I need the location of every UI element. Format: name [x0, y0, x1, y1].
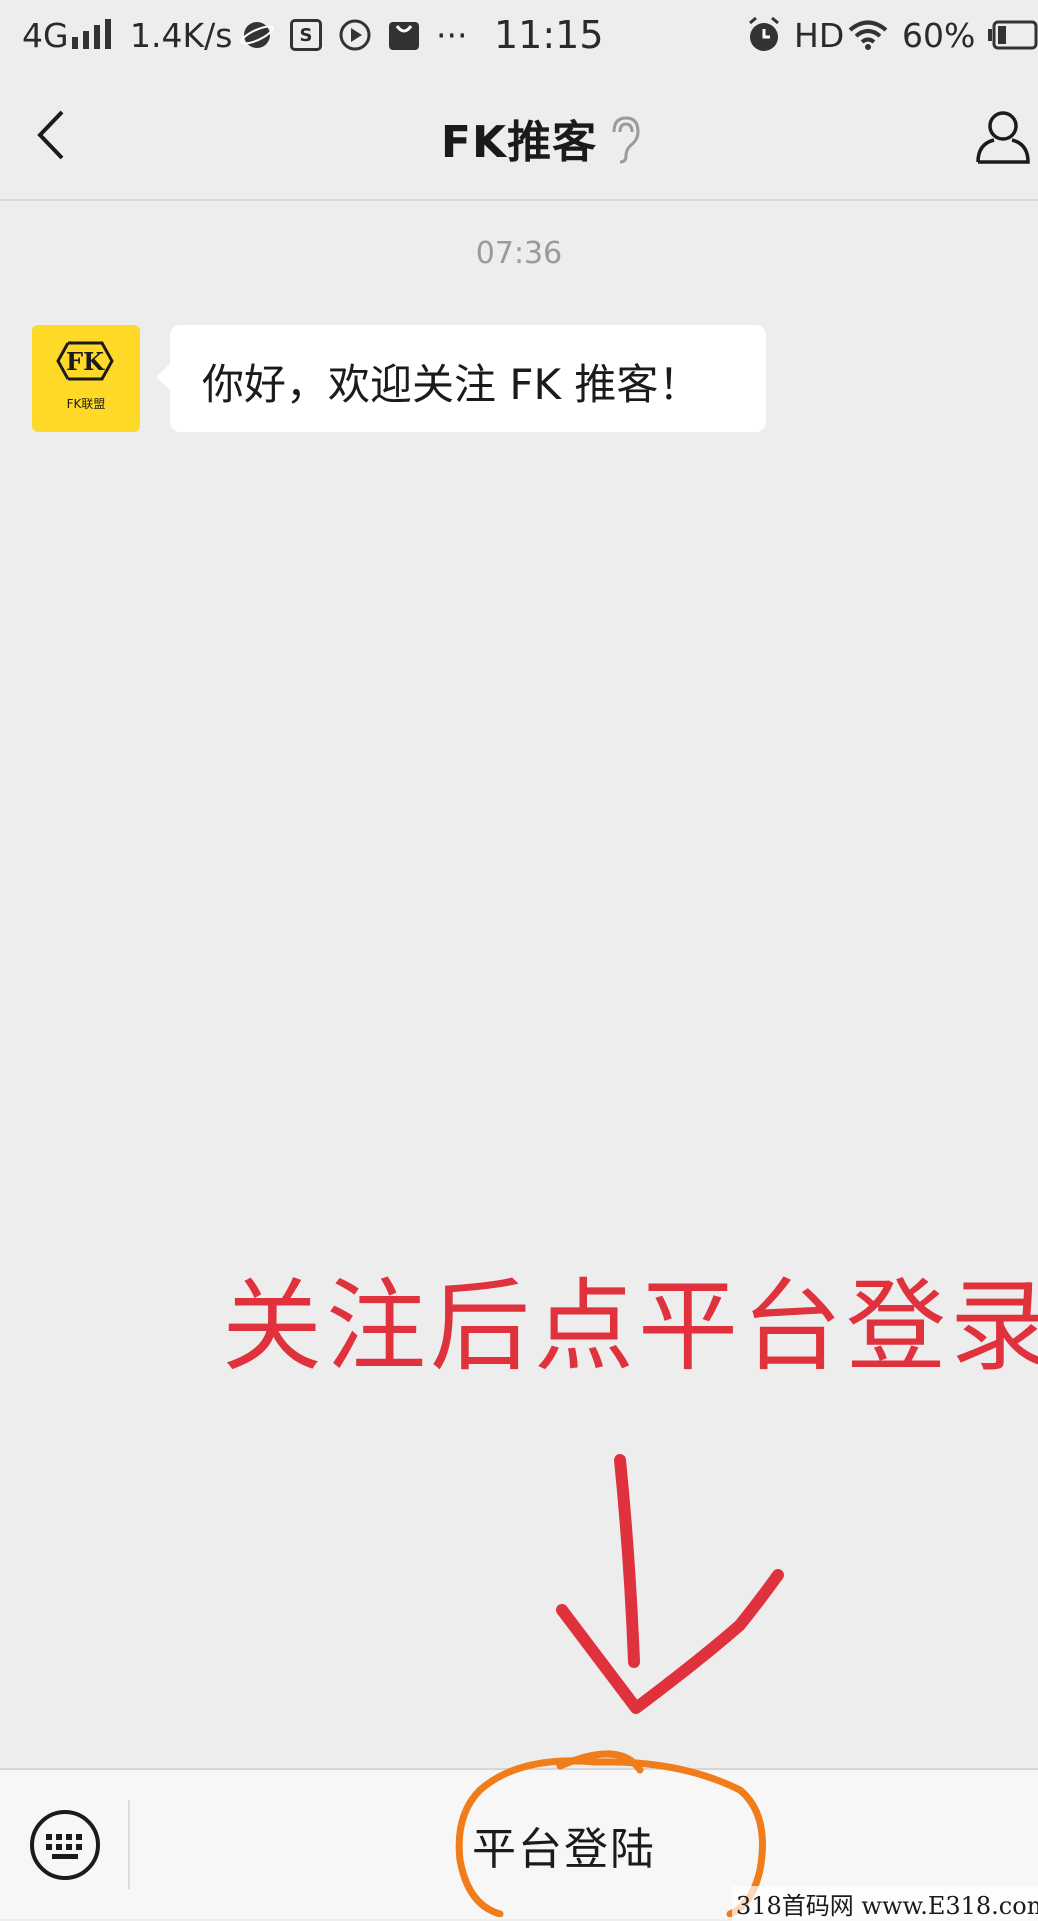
- wifi-icon: [848, 16, 888, 54]
- bag-icon: [388, 16, 420, 54]
- keyboard-icon: [30, 1810, 100, 1880]
- annotation-overlay: [556, 1454, 784, 1714]
- message-text: 你好，欢迎关注 FK 推客！: [202, 360, 701, 409]
- avatar[interactable]: FK FK联盟: [32, 325, 140, 432]
- network-speed: 1.4K/s: [130, 15, 233, 55]
- network-type: 4G: [22, 15, 69, 55]
- watermark: 318首码网 www.E318.com: [732, 1886, 1038, 1921]
- hd-label: HD: [794, 15, 845, 55]
- arrow-head: [556, 1569, 784, 1714]
- svg-text:FK: FK: [66, 347, 105, 376]
- alarm-icon: [746, 16, 782, 54]
- clock-time: 11:15: [494, 13, 604, 57]
- signal-icon: [70, 16, 116, 54]
- person-icon: [976, 111, 1030, 164]
- chat-info-button[interactable]: [974, 108, 1032, 166]
- annotation-text: 关注后点平台登录: [222, 1268, 1038, 1385]
- battery-icon: [986, 16, 1038, 54]
- avatar-caption: FK联盟: [67, 397, 106, 411]
- s-app-icon: S: [290, 16, 322, 54]
- play-icon: [338, 16, 372, 54]
- fk-logo-icon: FK FK联盟: [56, 341, 114, 411]
- earpiece-mode-icon: [606, 114, 642, 164]
- battery-percent: 60%: [902, 15, 976, 55]
- planet-icon: [240, 16, 274, 54]
- keyboard-toggle-button[interactable]: [28, 1808, 102, 1882]
- status-bar: 4G 1.4K/s S ··· 11:15 HD 60%: [0, 0, 1038, 70]
- message-timestamp: 07:36: [475, 236, 563, 271]
- message-bubble[interactable]: 你好，欢迎关注 FK 推客！: [156, 325, 766, 432]
- chat-title: FK推客: [440, 117, 598, 168]
- arrow-shaft: [614, 1454, 640, 1668]
- menu-label: 平台登陆: [472, 1823, 656, 1875]
- chat-header: FK推客: [0, 70, 1038, 201]
- highlight-circle-overlay: [455, 1750, 766, 1917]
- more-notifications-icon: ···: [436, 15, 468, 55]
